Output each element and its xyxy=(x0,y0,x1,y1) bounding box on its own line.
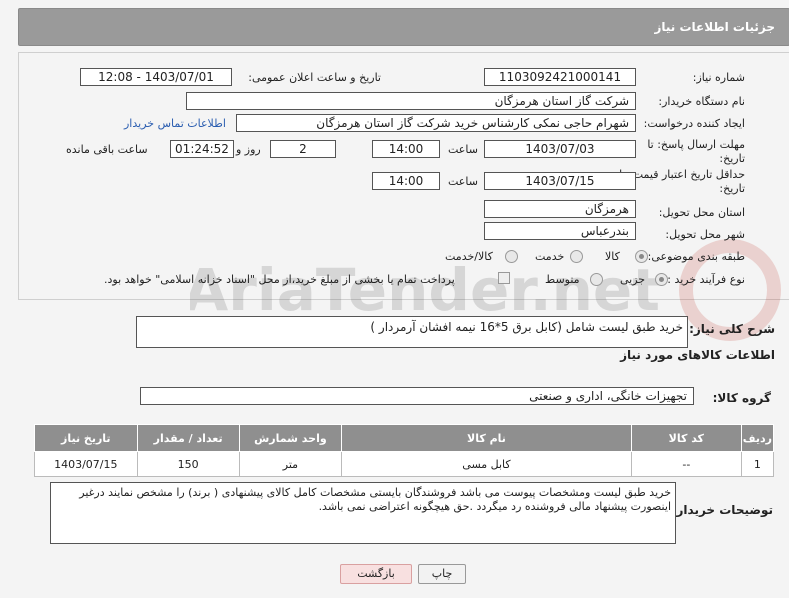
table-row: 1 -- کابل مسی متر 150 1403/07/15 xyxy=(34,451,775,477)
category-radio-service[interactable] xyxy=(570,250,583,263)
col-row-number: ردیف xyxy=(740,424,775,452)
days-label: روز و xyxy=(236,143,261,156)
process-option-medium: متوسط xyxy=(545,273,580,286)
announce-label: تاریخ و ساعت اعلان عمومی: xyxy=(248,71,381,84)
col-item-name: نام کالا xyxy=(341,424,632,452)
goods-group-field: تجهیزات خانگی، اداری و صنعتی xyxy=(140,387,694,405)
cell-quantity: 150 xyxy=(136,451,240,477)
deadline-time-label: ساعت xyxy=(448,143,478,156)
contact-info-link[interactable]: اطلاعات تماس خریدار xyxy=(124,117,226,130)
cell-item-name: کابل مسی xyxy=(341,451,632,477)
category-option-service: خدمت xyxy=(535,250,565,263)
col-need-date: تاریخ نیاز xyxy=(34,424,138,452)
category-option-goods: کالا xyxy=(605,250,620,263)
buyer-notes-label: توضیحات خریدار: xyxy=(671,503,773,517)
city-label: شهر محل تحویل: xyxy=(665,228,745,241)
col-quantity: تعداد / مقدار xyxy=(136,424,240,452)
buyer-notes-textarea[interactable]: خرید طبق لیست ومشخصات پیوست می باشد فروش… xyxy=(50,482,676,544)
validity-date-field: 1403/07/15 xyxy=(484,172,636,190)
back-button[interactable]: بازگشت xyxy=(340,564,412,584)
summary-textarea[interactable]: خرید طبق لیست شامل (کابل برق 5*16 نیمه ا… xyxy=(136,316,688,348)
province-label: استان محل تحویل: xyxy=(658,206,745,219)
process-radio-medium[interactable] xyxy=(590,273,603,286)
watermark-text: AriaTender.net xyxy=(190,256,660,324)
remaining-time-label: ساعت باقی مانده xyxy=(66,143,148,156)
category-radio-goods[interactable] xyxy=(635,250,648,263)
table-header-row: ردیف کد کالا نام کالا واحد شمارش تعداد /… xyxy=(34,424,775,452)
payment-note: پرداخت تمام یا بخشی از مبلغ خرید،از محل … xyxy=(104,273,455,286)
buyer-org-label: نام دستگاه خریدار: xyxy=(658,95,745,108)
process-radio-minor[interactable] xyxy=(655,273,668,286)
days-remaining-field: 2 xyxy=(270,140,336,158)
category-option-goods-service: کالا/خدمت xyxy=(445,250,493,263)
buyer-org-field: شرکت گاز استان هرمزگان xyxy=(186,92,636,110)
cell-unit: متر xyxy=(238,451,343,477)
need-number-label: شماره نیاز: xyxy=(692,71,745,84)
need-number-field: 1103092421000141 xyxy=(484,68,636,86)
validity-label-date: تاریخ: xyxy=(719,182,745,195)
creator-field: شهرام حاجی نمکی کارشناس خرید شرکت گاز اس… xyxy=(236,114,636,132)
process-label: نوع فرآیند خرید : xyxy=(667,273,745,286)
col-unit: واحد شمارش xyxy=(238,424,343,452)
cell-row-number: 1 xyxy=(740,451,775,477)
page-header: جزئیات اطلاعات نیاز xyxy=(18,8,789,46)
page-title: جزئیات اطلاعات نیاز xyxy=(654,20,775,34)
goods-section-title: اطلاعات کالاهای مورد نیاز xyxy=(620,348,775,362)
cell-item-code: -- xyxy=(630,451,742,477)
deadline-label: مهلت ارسال پاسخ: تا xyxy=(647,138,745,151)
goods-table: ردیف کد کالا نام کالا واحد شمارش تعداد /… xyxy=(34,424,775,477)
deadline-date-field: 1403/07/03 xyxy=(484,140,636,158)
validity-time-label: ساعت xyxy=(448,175,478,188)
cell-need-date: 1403/07/15 xyxy=(34,451,138,477)
announce-datetime-field: 1403/07/01 - 12:08 xyxy=(80,68,232,86)
city-field: بندرعباس xyxy=(484,222,636,240)
buyer-notes-text: خرید طبق لیست ومشخصات پیوست می باشد فروش… xyxy=(79,486,671,513)
province-field: هرمزگان xyxy=(484,200,636,218)
summary-label: شرح کلی نیاز: xyxy=(689,322,775,336)
creator-label: ایجاد کننده درخواست: xyxy=(643,117,745,130)
validity-label: حداقل تاریخ اعتبار قیمت: تا xyxy=(619,168,745,181)
treasury-payment-checkbox[interactable] xyxy=(498,272,510,284)
category-radio-goods-service[interactable] xyxy=(505,250,518,263)
col-item-code: کد کالا xyxy=(630,424,742,452)
category-label: طبقه بندی موضوعی: xyxy=(647,250,745,263)
goods-group-label: گروه کالا: xyxy=(712,391,771,405)
deadline-label-date: تاریخ: xyxy=(719,152,745,165)
remaining-time-field: 01:24:52 xyxy=(170,140,234,158)
summary-text: خرید طبق لیست شامل (کابل برق 5*16 نیمه ا… xyxy=(370,320,683,334)
print-button[interactable]: چاپ xyxy=(418,564,466,584)
validity-time-field: 14:00 xyxy=(372,172,440,190)
deadline-time-field: 14:00 xyxy=(372,140,440,158)
process-option-minor: جزیی xyxy=(620,273,646,286)
